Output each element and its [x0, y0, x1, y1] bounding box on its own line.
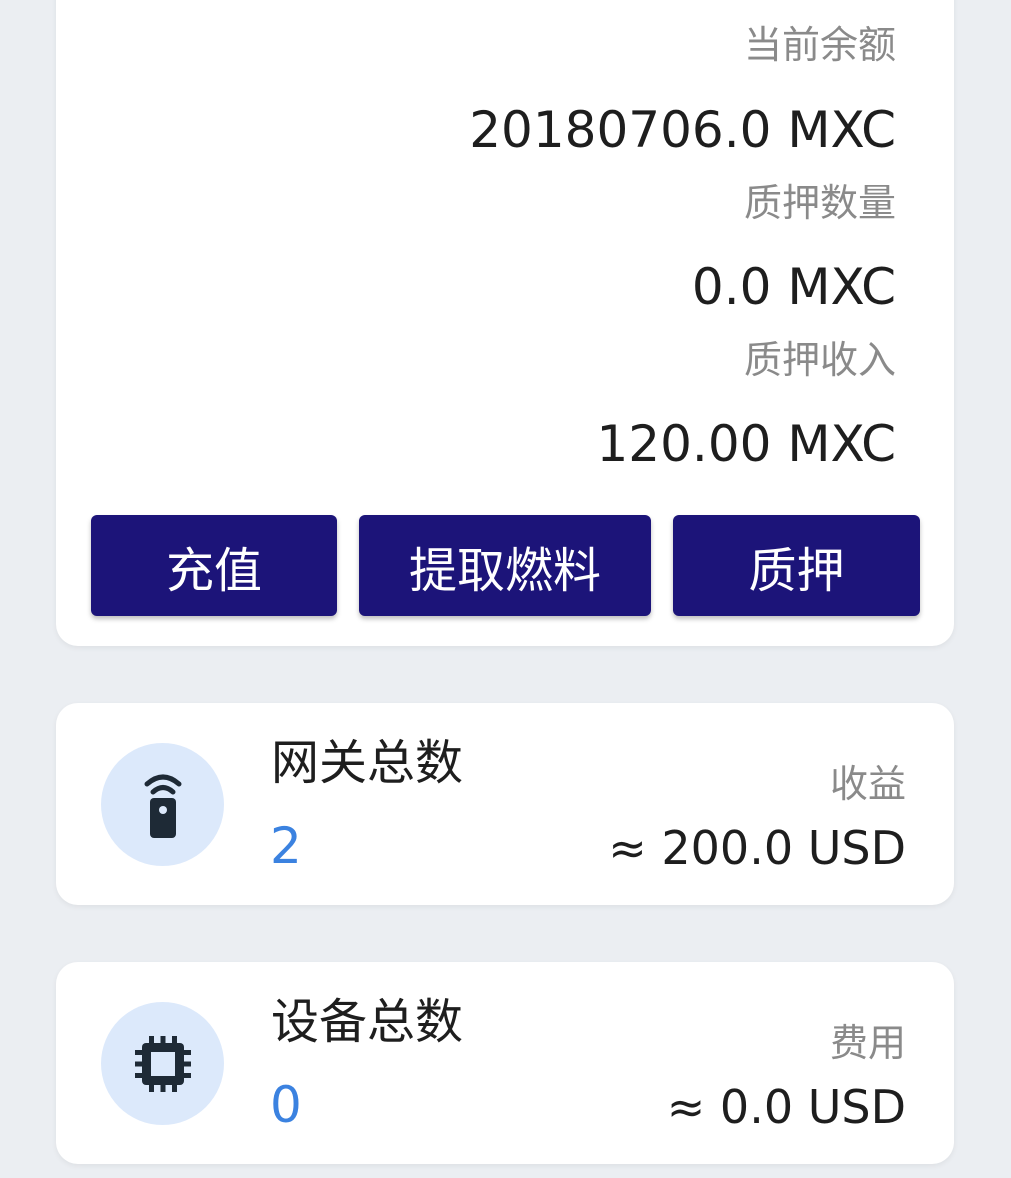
gateways-title: 网关总数	[271, 735, 464, 791]
balance-card: 当前余额 20180706.0 MXC 质押数量 0.0 MXC 质押收入 12…	[56, 0, 954, 646]
devices-fee-value: ≈ 0.0 USD	[666, 1080, 906, 1134]
topup-button[interactable]: 充值	[91, 515, 337, 616]
staking-income-label: 质押收入	[743, 338, 896, 382]
chip-icon	[134, 1035, 191, 1092]
gateways-card[interactable]: 网关总数 2 收益 ≈ 200.0 USD	[56, 703, 954, 905]
devices-count: 0	[270, 1076, 302, 1134]
gateways-income-label: 收益	[829, 762, 906, 806]
staked-amount-label: 质押数量	[743, 181, 896, 225]
action-button-row: 充值 提取燃料 质押	[91, 515, 920, 616]
devices-title: 设备总数	[271, 994, 464, 1050]
gateway-remote-icon	[144, 774, 181, 838]
gateways-income-value: ≈ 200.0 USD	[608, 821, 906, 875]
gateway-icon-circle	[101, 743, 224, 866]
staking-income-value: 120.00 MXC	[596, 415, 896, 473]
staked-amount-value: 0.0 MXC	[691, 258, 896, 316]
current-balance-label: 当前余额	[743, 23, 896, 67]
devices-fee-label: 费用	[829, 1021, 906, 1065]
stake-button[interactable]: 质押	[673, 515, 920, 616]
withdraw-fuel-button[interactable]: 提取燃料	[359, 515, 651, 616]
devices-card[interactable]: 设备总数 0 费用 ≈ 0.0 USD	[56, 962, 954, 1164]
gateways-count: 2	[270, 817, 302, 875]
device-icon-circle	[101, 1002, 224, 1125]
current-balance-value: 20180706.0 MXC	[469, 101, 896, 159]
